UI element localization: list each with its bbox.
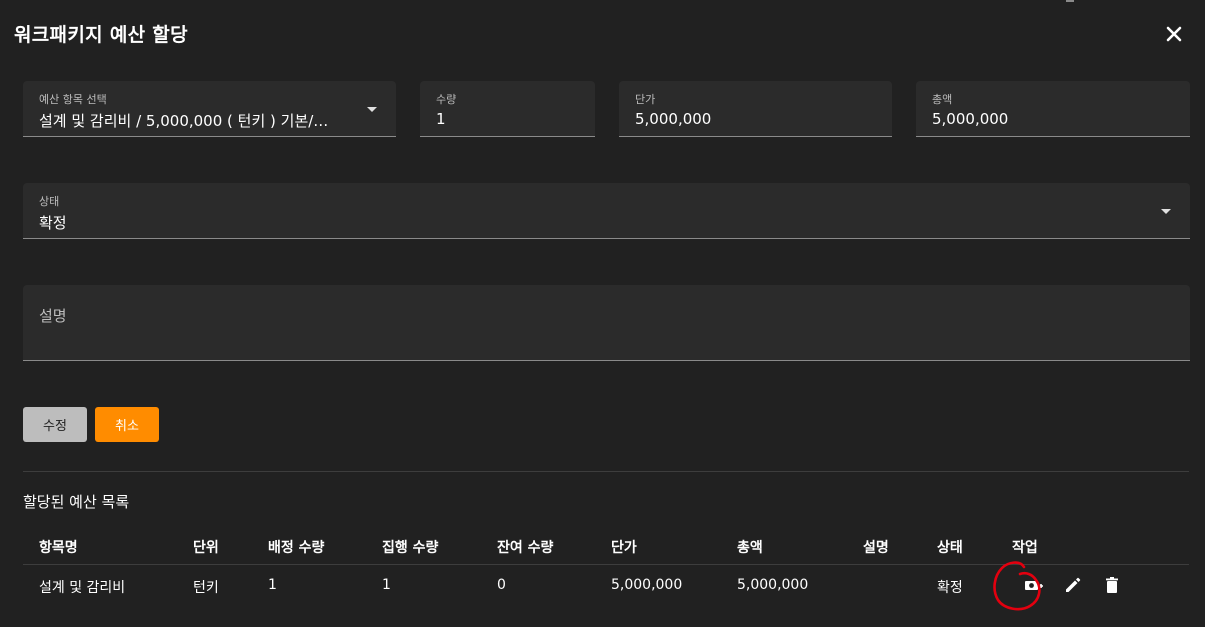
budget-item-select[interactable]: 예산 항목 선택 설계 및 감리비 / 5,000,000 ( 턴키 ) 기본/… bbox=[23, 81, 396, 137]
trash-icon[interactable] bbox=[1101, 574, 1123, 596]
budget-item-value: 설계 및 감리비 / 5,000,000 ( 턴키 ) 기본/… bbox=[39, 112, 329, 130]
quantity-field[interactable]: 수량 1 bbox=[420, 81, 595, 137]
status-select[interactable]: 상태 확정 bbox=[23, 183, 1190, 239]
column-header-remaining-qty: 잔여 수량 bbox=[497, 540, 554, 556]
status-label: 상태 bbox=[39, 195, 60, 208]
execute-budget-icon[interactable] bbox=[1022, 574, 1044, 596]
unit-price-value: 5,000,000 bbox=[635, 110, 712, 128]
cell-unit-price: 5,000,000 bbox=[611, 577, 683, 593]
section-divider bbox=[23, 471, 1189, 472]
column-header-total: 총액 bbox=[737, 540, 763, 556]
unit-price-label: 단가 bbox=[635, 93, 656, 106]
close-icon[interactable] bbox=[1162, 22, 1186, 46]
top-edge-mark bbox=[1066, 0, 1074, 2]
column-header-unit-price: 단가 bbox=[611, 540, 637, 556]
unit-price-field[interactable]: 단가 5,000,000 bbox=[619, 81, 892, 137]
column-header-allocated-qty: 배정 수량 bbox=[268, 540, 325, 556]
status-value: 확정 bbox=[39, 214, 67, 232]
dialog-title: 워크패키지 예산 할당 bbox=[14, 24, 188, 46]
chevron-down-icon bbox=[367, 107, 377, 112]
description-field[interactable]: 설명 bbox=[23, 285, 1190, 361]
cell-executed-qty: 1 bbox=[382, 577, 391, 593]
cell-allocated-qty: 1 bbox=[268, 577, 277, 593]
chevron-down-icon bbox=[1161, 209, 1171, 214]
column-header-actions: 작업 bbox=[1012, 540, 1038, 556]
column-header-description: 설명 bbox=[863, 540, 889, 556]
table-header-divider bbox=[23, 564, 1189, 565]
cell-name: 설계 및 감리비 bbox=[39, 580, 126, 596]
edit-button[interactable]: 수정 bbox=[23, 407, 87, 442]
quantity-label: 수량 bbox=[436, 93, 457, 106]
cell-remaining-qty: 0 bbox=[497, 577, 506, 593]
column-header-status: 상태 bbox=[937, 540, 963, 556]
cell-total: 5,000,000 bbox=[737, 577, 809, 593]
budget-item-label: 예산 항목 선택 bbox=[39, 93, 107, 106]
description-placeholder: 설명 bbox=[39, 307, 67, 325]
pencil-icon[interactable] bbox=[1062, 574, 1084, 596]
total-field[interactable]: 총액 5,000,000 bbox=[916, 81, 1190, 137]
cancel-button[interactable]: 취소 bbox=[95, 407, 159, 442]
total-value: 5,000,000 bbox=[932, 110, 1009, 128]
cell-status: 확정 bbox=[937, 580, 963, 596]
column-header-executed-qty: 집행 수량 bbox=[382, 540, 439, 556]
total-label: 총액 bbox=[932, 93, 953, 106]
allocated-budget-title: 할당된 예산 목록 bbox=[23, 493, 130, 511]
column-header-name: 항목명 bbox=[39, 540, 78, 556]
cell-unit: 턴키 bbox=[193, 580, 219, 596]
quantity-value: 1 bbox=[436, 110, 446, 128]
column-header-unit: 단위 bbox=[193, 540, 219, 556]
